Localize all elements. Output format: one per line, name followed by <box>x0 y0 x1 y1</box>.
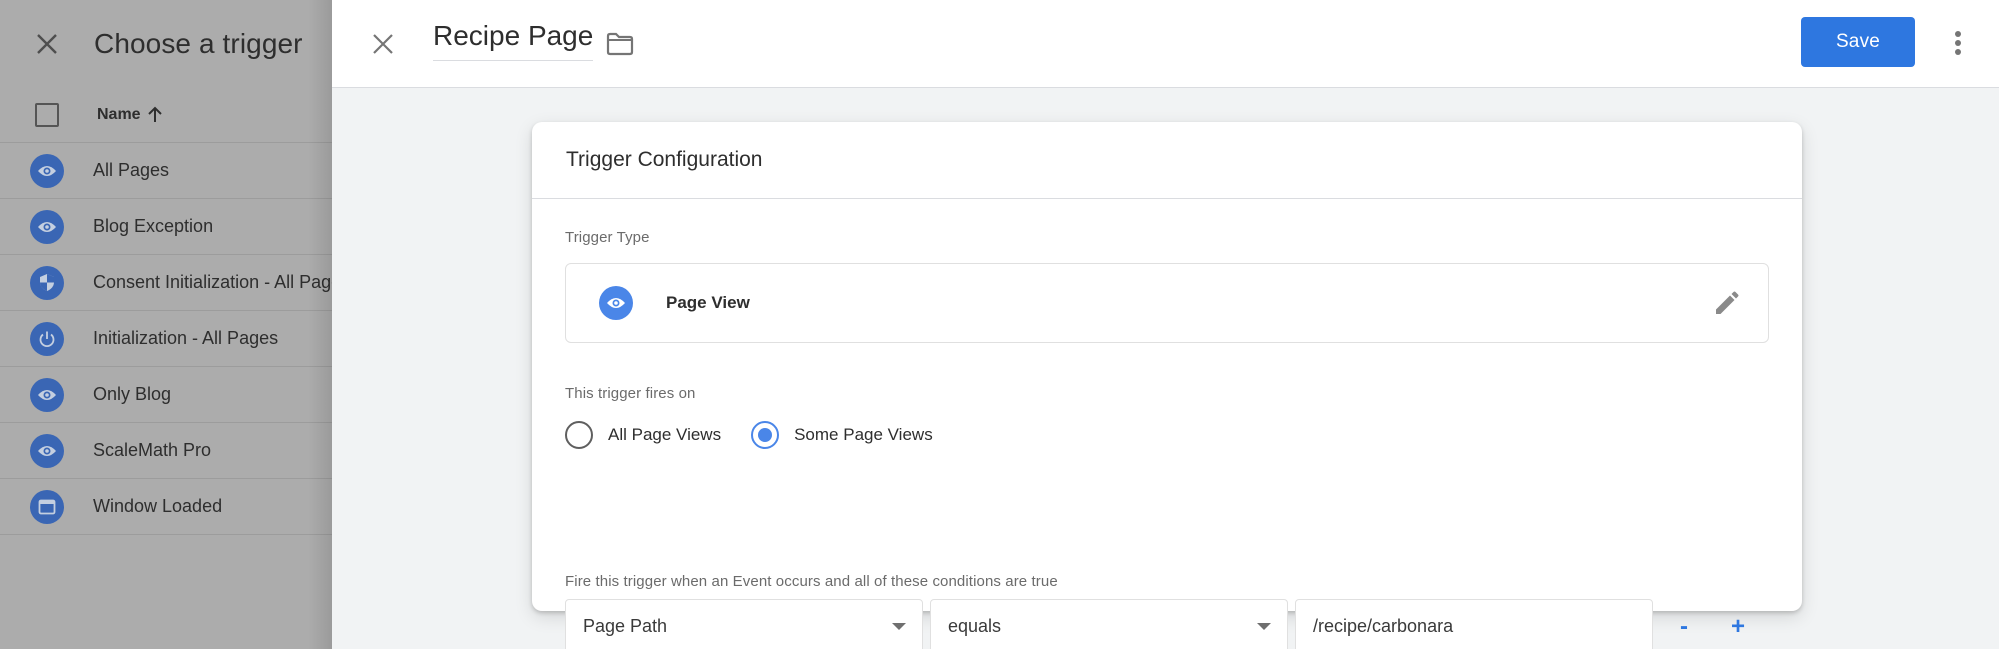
radio-label: All Page Views <box>608 425 722 444</box>
eye-icon <box>30 377 64 412</box>
trigger-type-label: Trigger Type <box>565 229 650 246</box>
add-condition-button[interactable]: + <box>1721 610 1755 644</box>
name-column-header[interactable]: Name <box>97 106 163 124</box>
eye-icon <box>30 209 64 244</box>
trigger-name-input[interactable]: Recipe Page <box>433 20 594 61</box>
condition-operator-value: equals <box>948 616 1002 636</box>
choose-trigger-header: Choose a trigger <box>0 0 332 88</box>
more-vert-icon <box>1955 31 1961 37</box>
trigger-editor-panel: Recipe Page Save Trigger Configuration T… <box>332 0 1999 649</box>
radio-some-page-views[interactable]: Some Page Views <box>751 421 933 449</box>
trigger-list-item[interactable]: Initialization - All Pages <box>0 311 332 367</box>
trigger-list-item[interactable]: Only Blog <box>0 367 332 423</box>
pencil-icon <box>1716 291 1739 314</box>
trigger-list-item-label: Consent Initialization - All Pages <box>93 272 332 292</box>
more-vert-icon-dot <box>1955 49 1961 55</box>
radio-button-checked[interactable] <box>751 421 780 449</box>
select-all-checkbox[interactable] <box>35 103 59 127</box>
trigger-type-name: Page View <box>666 293 750 312</box>
condition-variable-select[interactable]: Page Path <box>565 599 923 649</box>
close-icon <box>37 34 57 54</box>
eye-icon <box>30 433 64 468</box>
trigger-list-item[interactable]: ScaleMath Pro <box>0 423 332 479</box>
close-icon <box>373 34 393 54</box>
conditions-label: Fire this trigger when an Event occurs a… <box>565 573 1058 590</box>
trigger-list-item[interactable]: Consent Initialization - All Pages <box>0 255 332 311</box>
trigger-configuration-header: Trigger Configuration <box>532 122 1802 199</box>
radio-all-page-views[interactable]: All Page Views <box>565 421 721 449</box>
shield-icon <box>30 265 64 300</box>
trigger-list-item-label: ScaleMath Pro <box>93 440 212 460</box>
window-icon <box>30 489 64 524</box>
trigger-configuration-title: Trigger Configuration <box>566 148 763 171</box>
fires-on-radio-group: All Page Views Some Page Views <box>565 421 963 449</box>
trigger-editor-header: Recipe Page Save <box>332 0 1999 88</box>
close-editor-button[interactable] <box>367 28 399 60</box>
close-choose-trigger-button[interactable] <box>32 29 62 59</box>
trigger-configuration-card: Trigger Configuration Trigger Type Page … <box>532 122 1802 649</box>
trigger-list-item[interactable]: All Pages <box>0 143 332 199</box>
trigger-list-header: Name <box>0 88 332 143</box>
trigger-list-item-label: Only Blog <box>93 384 172 404</box>
trigger-list-item[interactable]: Blog Exception <box>0 199 332 255</box>
fires-on-label: This trigger fires on <box>565 385 696 402</box>
eye-icon <box>30 153 64 188</box>
trigger-list-item-label: Window Loaded <box>93 496 223 516</box>
trigger-list-item[interactable]: Window Loaded <box>0 479 332 535</box>
eye-icon <box>599 286 633 320</box>
dropdown-caret-icon <box>1257 623 1271 630</box>
dropdown-caret-icon <box>892 623 906 630</box>
trigger-list-item-label: Initialization - All Pages <box>93 328 279 348</box>
remove-condition-button[interactable]: - <box>1667 610 1701 644</box>
choose-trigger-title: Choose a trigger <box>94 28 303 59</box>
choose-trigger-panel: Choose a trigger Name All Pages Blog Exc… <box>0 0 332 649</box>
trigger-type-selector[interactable]: Page View <box>565 263 1769 343</box>
condition-operator-select[interactable]: equals <box>930 599 1288 649</box>
edit-trigger-type-button[interactable] <box>1710 288 1742 320</box>
folder-icon <box>606 32 634 56</box>
trigger-list-item-label: Blog Exception <box>93 216 214 236</box>
radio-button-unchecked[interactable] <box>565 421 593 449</box>
more-options-button[interactable] <box>1944 26 1972 60</box>
power-icon <box>30 321 64 356</box>
folder-button[interactable] <box>604 28 636 60</box>
condition-row: Page Path equals - + <box>565 599 1755 649</box>
name-column-label: Name <box>97 106 141 123</box>
more-vert-icon-dot <box>1955 40 1961 46</box>
condition-value-input[interactable] <box>1295 599 1653 649</box>
trigger-list-item-label: All Pages <box>93 160 170 180</box>
save-button[interactable]: Save <box>1801 17 1915 67</box>
condition-variable-value: Page Path <box>583 616 668 636</box>
radio-label: Some Page Views <box>794 425 933 444</box>
arrow-up-icon <box>147 106 162 122</box>
